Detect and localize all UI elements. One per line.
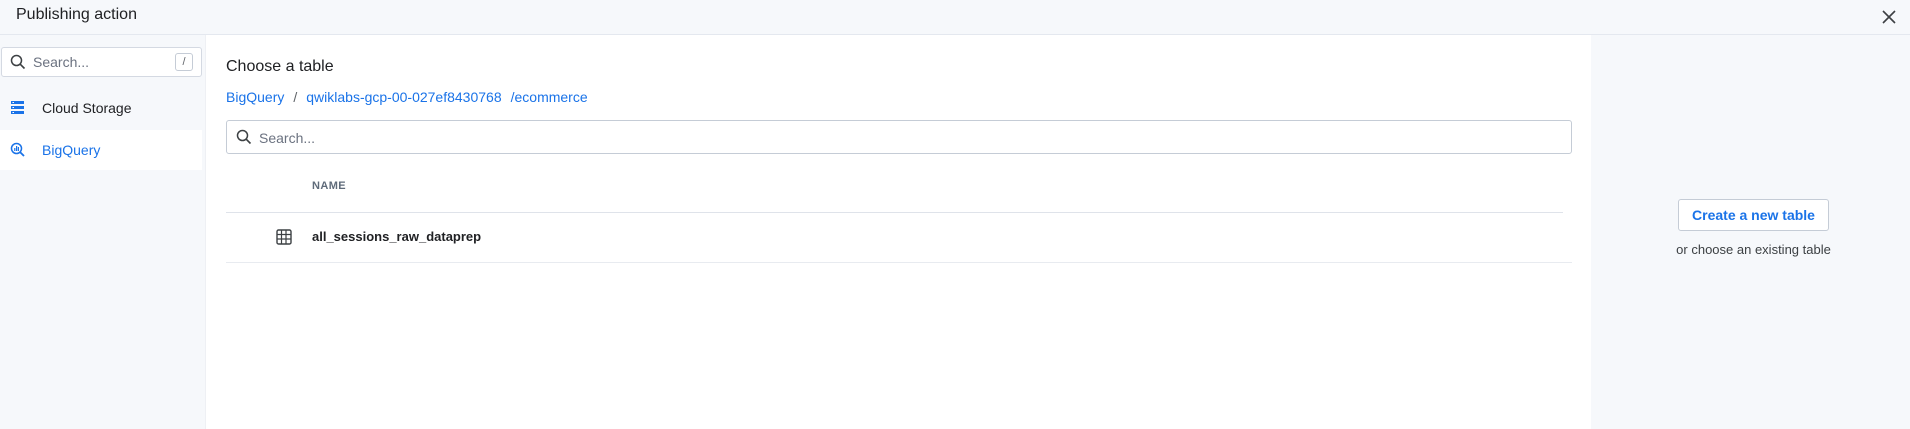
right-panel: Create a new table or choose an existing… xyxy=(1591,35,1910,429)
dialog-title: Publishing action xyxy=(16,6,137,23)
breadcrumb-project[interactable]: qwiklabs-gcp-00-027ef8430768 xyxy=(306,89,501,105)
close-button[interactable] xyxy=(1878,6,1900,28)
breadcrumb-bigquery[interactable]: BigQuery xyxy=(226,89,284,105)
table-search-input[interactable] xyxy=(259,128,1539,148)
search-icon xyxy=(236,129,252,145)
sidebar-item-label: BigQuery xyxy=(42,142,101,158)
breadcrumb-separator: / xyxy=(293,89,298,105)
column-header-name[interactable]: NAME xyxy=(312,180,346,192)
bigquery-icon xyxy=(10,142,25,157)
sidebar-item-cloud-storage[interactable]: Cloud Storage xyxy=(0,88,202,128)
main-panel: Choose a table BigQuery / qwiklabs-gcp-00-… xyxy=(206,35,1591,429)
table-icon xyxy=(276,229,292,245)
table-name: all_sessions_raw_dataprep xyxy=(312,229,482,244)
sidebar-item-bigquery[interactable]: BigQuery xyxy=(0,130,202,170)
sidebar-search-input[interactable] xyxy=(33,52,173,72)
table-row[interactable]: all_sessions_raw_dataprep xyxy=(226,213,1572,263)
create-new-table-button[interactable]: Create a new table xyxy=(1678,199,1829,231)
dialog-header: Publishing action xyxy=(0,0,1910,35)
search-shortcut-hint: / xyxy=(175,53,193,71)
sidebar-search[interactable]: / xyxy=(1,47,202,77)
close-icon[interactable] xyxy=(1882,10,1896,24)
table-search[interactable] xyxy=(226,120,1572,154)
sidebar-item-label: Cloud Storage xyxy=(42,100,132,116)
sidebar: / Cloud Storage BigQuery xyxy=(0,35,206,429)
page-title: Choose a table xyxy=(226,58,334,75)
storage-icon xyxy=(11,101,24,114)
choose-existing-hint: or choose an existing table xyxy=(1676,242,1831,257)
breadcrumb-dataset[interactable]: /ecommerce xyxy=(511,89,588,105)
search-icon xyxy=(10,54,26,70)
breadcrumb: BigQuery / qwiklabs-gcp-00-027ef8430768/ec… xyxy=(226,89,588,105)
